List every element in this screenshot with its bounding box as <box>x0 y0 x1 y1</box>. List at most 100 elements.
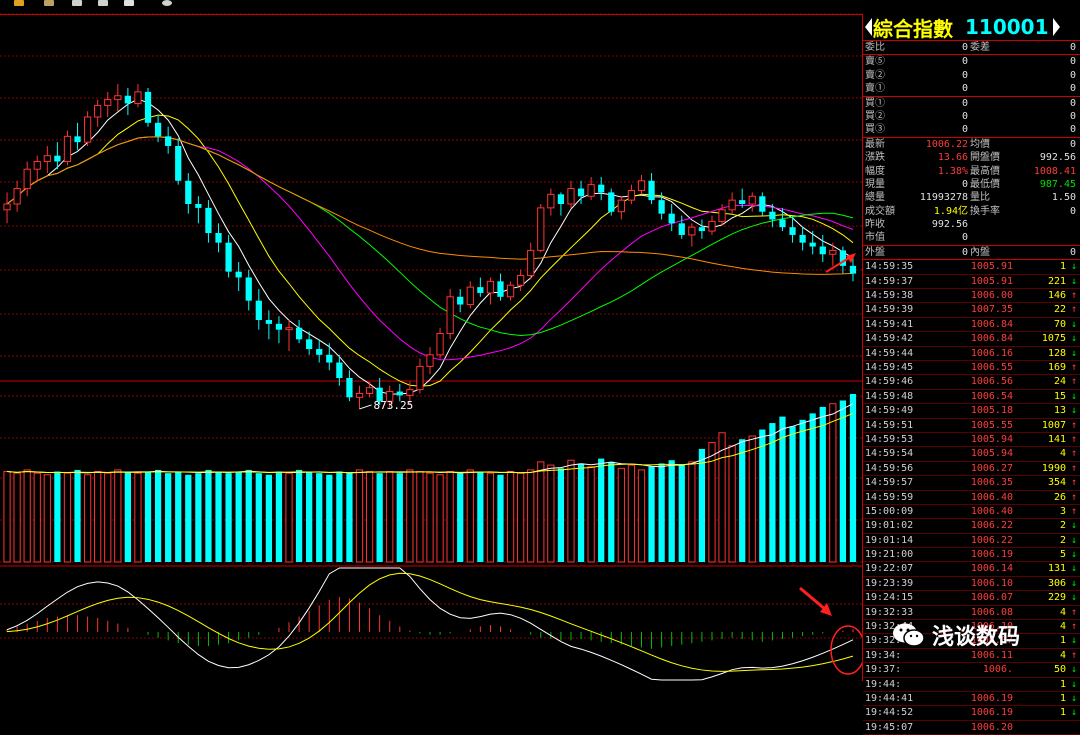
tick-price: 1006.40 <box>970 491 1013 503</box>
tick-row[interactable]: 19:44: 1 ↓ <box>863 678 1080 692</box>
tick-row[interactable]: 19:01:14 1006.22 2 ↓ <box>863 534 1080 549</box>
tick-row[interactable]: 14:59:57 1006.35 354 ↑ <box>863 476 1080 491</box>
volume-bar <box>275 471 283 562</box>
quote-value: 11993278 <box>919 192 968 204</box>
candle-body <box>33 160 41 170</box>
tick-volume: 1990 <box>1041 462 1066 474</box>
volume-bar <box>617 467 625 563</box>
candle-body <box>134 91 142 104</box>
buy-row[interactable]: 買③ 0 0 <box>863 123 1080 136</box>
tick-time: 19:45:07 <box>865 721 914 733</box>
kline-chart[interactable]: 873.25 <box>0 0 862 681</box>
volume-bar <box>144 471 152 562</box>
tick-direction: ↓ <box>1070 347 1077 359</box>
tick-row[interactable]: 15:00:09 1006.40 3 ↑ <box>863 505 1080 520</box>
tick-direction: ↓ <box>1070 563 1077 575</box>
buy-price: 0 <box>961 110 968 122</box>
tick-row[interactable]: 19:37: 1006. 50 ↓ <box>863 663 1080 678</box>
tick-list[interactable]: 14:59:35 1005.91 1 ↓ 14:59:37 1005.91 221 ↓ 14:5… <box>863 260 1080 735</box>
sell-volume: 0 <box>1069 69 1076 81</box>
volume-bar <box>557 468 565 562</box>
quote-row: 幅度 1.38% 最高價 1008.41 <box>863 165 1080 178</box>
sell-book: 賣⑤ 0 0 賣② 0 0 賣① 0 0 <box>863 55 1080 97</box>
volume-bar <box>789 426 796 562</box>
tick-price: 1006.14 <box>970 563 1013 575</box>
tick-price: 1006.54 <box>970 390 1013 402</box>
volume-bar <box>175 471 182 562</box>
wechat-icon <box>892 622 926 648</box>
quote-label: 最新 <box>865 138 885 150</box>
volume-bar <box>43 474 51 563</box>
tick-row[interactable]: 19:44:41 1006.19 1 ↓ <box>863 692 1080 707</box>
buy-price: 0 <box>961 124 968 136</box>
tick-row[interactable]: 14:59:53 1005.94 141 ↑ <box>863 433 1080 448</box>
volume-bar <box>346 473 353 562</box>
tick-row[interactable]: 14:59:51 1005.55 1007 ↑ <box>863 419 1080 433</box>
ma60-line <box>6 136 854 275</box>
index-name: 綜合指數 <box>873 16 953 41</box>
sell-row[interactable]: 賣⑤ 0 0 <box>863 55 1080 68</box>
tick-row[interactable]: 14:59:44 1006.16 128 ↓ <box>863 347 1080 361</box>
volume-bar <box>668 460 675 562</box>
sell-row[interactable]: 賣① 0 0 <box>863 82 1080 95</box>
tick-price: 1005.18 <box>970 405 1013 417</box>
volume-bar <box>114 469 122 563</box>
next-arrow-icon[interactable] <box>1052 18 1060 36</box>
volume-bar <box>326 474 333 562</box>
volume-bar <box>799 419 806 562</box>
chart-area[interactable]: 873.25 <box>0 0 862 681</box>
volume-bar <box>688 461 696 563</box>
tick-direction: ↓ <box>1070 520 1077 532</box>
tick-volume: 141 <box>1047 433 1066 445</box>
candle-body <box>769 211 776 220</box>
tick-row[interactable]: 14:59:37 1005.91 221 ↓ <box>863 275 1080 290</box>
buy-row[interactable]: 買② 0 0 <box>863 110 1080 123</box>
quote-row: 市值 0 <box>863 231 1080 244</box>
tick-volume: 146 <box>1047 290 1066 302</box>
tick-price: 1006.19 <box>970 707 1013 719</box>
tick-direction: ↑ <box>1070 448 1077 460</box>
quote-value-2: 1008.41 <box>1033 165 1076 177</box>
tick-row[interactable]: 14:59:41 1006.84 70 ↓ <box>863 318 1080 333</box>
tick-volume: 1007 <box>1041 419 1066 431</box>
tick-row[interactable]: 14:59:56 1006.27 1990 ↑ <box>863 462 1080 477</box>
candle-body <box>819 246 826 255</box>
volume-bar <box>839 400 847 562</box>
tick-row[interactable]: 19:21:00 1006.19 5 ↓ <box>863 548 1080 563</box>
tick-row[interactable]: 19:01:02 1006.22 2 ↓ <box>863 519 1080 534</box>
tick-volume: 50 <box>1053 664 1066 676</box>
prev-arrow-icon[interactable] <box>865 18 872 36</box>
tick-time: 19:21:00 <box>865 549 914 561</box>
tick-volume: 70 <box>1053 318 1066 330</box>
candle-body <box>306 339 313 349</box>
volume-bar <box>728 445 736 563</box>
quote-label: 漲跌 <box>865 152 885 164</box>
tick-row[interactable]: 14:59:38 1006.00 146 ↑ <box>863 289 1080 304</box>
volume-bar <box>698 448 706 562</box>
tick-row[interactable]: 14:59:48 1006.54 15 ↓ <box>863 390 1080 405</box>
candle-body <box>406 389 414 396</box>
outer-label: 外盤 <box>865 246 885 258</box>
buy-row[interactable]: 買① 0 0 <box>863 97 1080 110</box>
tick-row[interactable]: 14:59:49 1005.18 13 ↓ <box>863 404 1080 419</box>
candle-body <box>577 188 585 197</box>
tick-row[interactable]: 19:23:39 1006.10 306 ↓ <box>863 577 1080 592</box>
macd-dea-line <box>6 572 854 672</box>
tick-direction: ↓ <box>1070 405 1077 417</box>
tick-row[interactable]: 19:44:52 1006.19 1 ↓ <box>863 706 1080 721</box>
tick-row[interactable]: 19:22:07 1006.14 131 ↓ <box>863 562 1080 577</box>
tick-row[interactable]: 14:59:39 1007.35 22 ↑ <box>863 303 1080 318</box>
tick-direction: ↓ <box>1070 664 1077 676</box>
tick-row[interactable]: 14:59:45 1006.55 169 ↑ <box>863 361 1080 376</box>
tick-row[interactable]: 14:59:46 1006.56 24 ↑ <box>863 375 1080 390</box>
tick-row[interactable]: 19:45:07 1006.20 <box>863 721 1080 735</box>
tick-row[interactable]: 19:24:15 1006.07 229 ↓ <box>863 591 1080 606</box>
tick-row[interactable]: 14:59:35 1005.91 1 ↓ <box>863 260 1080 275</box>
tick-row[interactable]: 14:59:42 1006.84 1075 ↓ <box>863 332 1080 347</box>
candle-body <box>144 91 152 123</box>
tick-price: 1006.35 <box>970 477 1013 489</box>
tick-row[interactable]: 14:59:59 1006.40 26 ↑ <box>863 491 1080 505</box>
sell-row[interactable]: 賣② 0 0 <box>863 69 1080 82</box>
tick-row[interactable]: 14:59:54 1005.94 4 ↑ <box>863 447 1080 462</box>
candle-body <box>688 226 696 236</box>
